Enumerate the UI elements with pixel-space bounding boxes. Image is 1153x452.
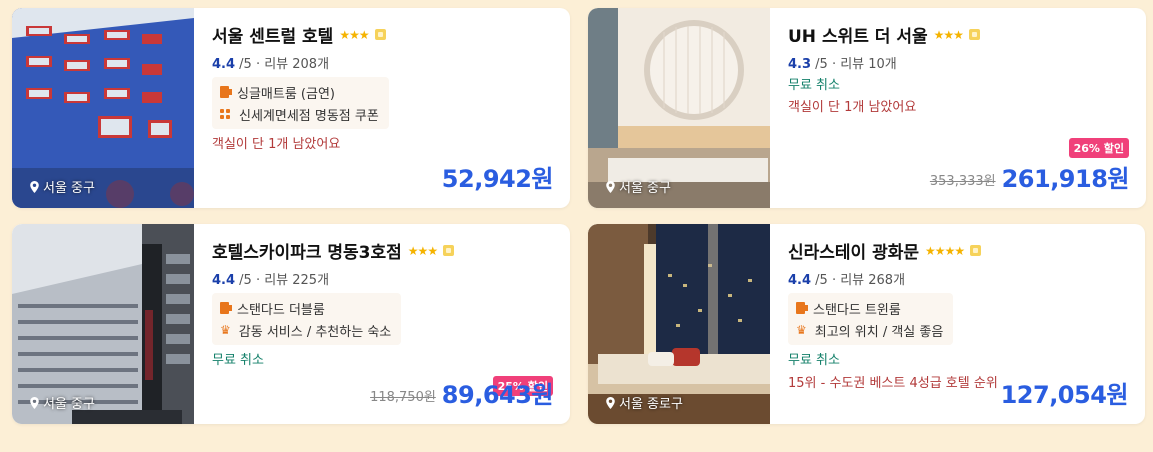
star-rating: ★★★ xyxy=(407,243,438,258)
review-score: 4.4 xyxy=(788,273,812,288)
free-cancel-note: 무료 취소 xyxy=(212,353,264,368)
hotel-name[interactable]: 호텔스카이파크 명동3호점 xyxy=(212,238,402,263)
room-type: 스탠다드 트윈룸 xyxy=(813,302,901,318)
location-label: 서울 중구 xyxy=(30,177,95,196)
review-score: 4.4 xyxy=(212,57,236,72)
feature-box: 스탠다드 트윈룸 ♛ 최고의 위치 / 객실 좋음 xyxy=(788,293,954,345)
pin-icon xyxy=(30,180,39,193)
location-text: 서울 중구 xyxy=(43,397,95,412)
hotel-photo[interactable]: 서울 중구 xyxy=(12,8,194,208)
coupon-text: 신세계면세점 명동점 쿠폰 xyxy=(239,108,379,124)
price: 127,054원 xyxy=(1000,381,1129,409)
hotel-photo[interactable]: 서울 중구 xyxy=(588,8,770,208)
availability-note: 객실이 단 1개 남았어요 xyxy=(212,137,341,152)
crown-icon: ♛ xyxy=(796,323,807,337)
price: 261,918원 xyxy=(1001,165,1130,193)
review-summary: /5 · 리뷰 268개 xyxy=(811,273,906,288)
star-rating: ★★★ xyxy=(339,27,369,42)
hotel-badge-icon xyxy=(374,29,386,40)
bed-icon xyxy=(796,302,808,314)
pin-icon xyxy=(606,180,615,193)
hotel-badge-icon xyxy=(968,29,980,40)
crown-icon: ♛ xyxy=(220,323,231,337)
rating-row: 4.4 /5 · 리뷰 208개 xyxy=(212,53,329,72)
hotel-photo[interactable]: 서울 중구 xyxy=(12,224,194,424)
bed-icon xyxy=(220,86,232,98)
hotel-name[interactable]: 신라스테이 광화문 xyxy=(788,238,919,263)
hotel-badge-icon xyxy=(970,245,982,256)
feature-box: 싱글매트룸 (금연) 신세계면세점 명동점 쿠폰 xyxy=(212,77,389,129)
location-text: 서울 종로구 xyxy=(619,397,683,412)
grid-icon xyxy=(220,108,231,120)
rating-row: 4.3 /5 · 리뷰 10개 xyxy=(788,53,897,72)
review-summary: /5 · 리뷰 208개 xyxy=(235,57,330,72)
hotel-card[interactable]: 서울 중구 UH 스위트 더 서울 ★★★ 4.3 /5 · 리뷰 10개 무료… xyxy=(588,8,1146,208)
location-label: 서울 중구 xyxy=(606,177,671,196)
review-summary: /5 · 리뷰 225개 xyxy=(235,273,330,288)
location-text: 서울 중구 xyxy=(43,181,95,196)
feature-box: 스탠다드 더블룸 ♛ 감동 서비스 / 추천하는 숙소 xyxy=(212,293,402,345)
room-type: 싱글매트룸 (금연) xyxy=(237,86,335,102)
hotel-name[interactable]: UH 스위트 더 서울 xyxy=(788,22,928,47)
hotel-card[interactable]: 서울 종로구 신라스테이 광화문 ★★★★ 4.4 /5 · 리뷰 268개 스… xyxy=(588,224,1145,424)
hotel-photo[interactable]: 서울 종로구 xyxy=(588,224,770,424)
free-cancel-note: 무료 취소 xyxy=(788,78,840,93)
location-text: 서울 중구 xyxy=(619,181,671,196)
star-rating: ★★★★ xyxy=(925,243,965,258)
bed-icon xyxy=(220,302,232,314)
free-cancel-note: 무료 취소 xyxy=(788,353,840,368)
location-label: 서울 중구 xyxy=(30,393,95,412)
original-price: 118,750원 xyxy=(370,390,436,405)
hotel-card[interactable]: 서울 중구 서울 센트럴 호텔 ★★★ 4.4 /5 · 리뷰 208개 싱글매… xyxy=(12,8,570,208)
room-type: 스탠다드 더블룸 xyxy=(237,302,325,318)
review-highlight: 최고의 위치 / 객실 좋음 xyxy=(814,324,944,340)
review-score: 4.3 xyxy=(788,57,812,72)
pin-icon xyxy=(606,396,615,409)
location-label: 서울 종로구 xyxy=(606,393,683,412)
price: 89,643원 xyxy=(441,381,554,409)
review-highlight: 감동 서비스 / 추천하는 숙소 xyxy=(238,324,392,340)
hotel-card[interactable]: 서울 중구 호텔스카이파크 명동3호점 ★★★ 4.4 /5 · 리뷰 225개… xyxy=(12,224,570,424)
hotel-badge-icon xyxy=(443,245,455,256)
price: 52,942원 xyxy=(441,165,554,193)
star-rating: ★★★ xyxy=(933,27,964,42)
hotel-name[interactable]: 서울 센트럴 호텔 xyxy=(212,22,333,47)
pin-icon xyxy=(30,396,39,409)
ranking-note: 15위 - 수도권 베스트 4성급 호텔 순위 xyxy=(788,376,998,391)
discount-badge: 26% 할인 xyxy=(1068,138,1129,158)
review-summary: /5 · 리뷰 10개 xyxy=(811,57,897,72)
original-price: 353,333원 xyxy=(929,174,996,189)
review-score: 4.4 xyxy=(212,273,236,288)
rating-row: 4.4 /5 · 리뷰 268개 xyxy=(788,269,905,288)
rating-row: 4.4 /5 · 리뷰 225개 xyxy=(212,269,329,288)
availability-note: 객실이 단 1개 남았어요 xyxy=(788,100,917,115)
